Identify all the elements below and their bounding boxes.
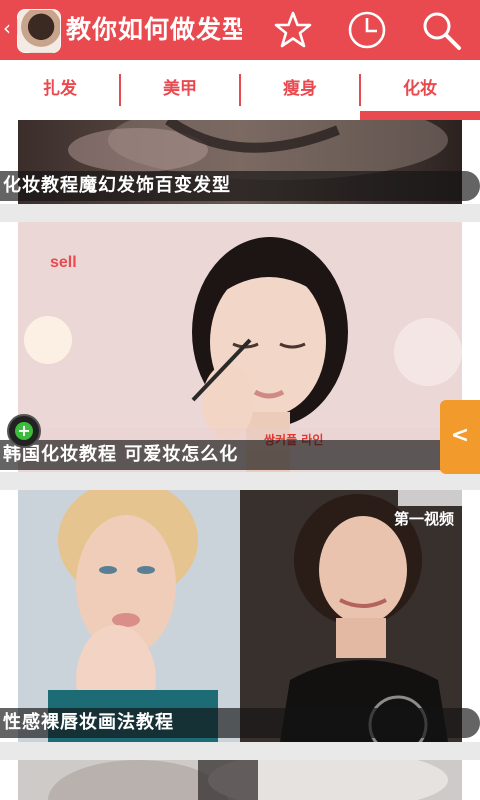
- video-brand-logo: 第一视频: [394, 510, 455, 528]
- add-floating-button[interactable]: +: [7, 414, 41, 448]
- clock-icon[interactable]: [346, 9, 388, 51]
- video-caption: 韩国化妆教程 可爱妆怎么化: [0, 440, 480, 470]
- plus-icon: +: [15, 422, 33, 440]
- tab-nails[interactable]: 美甲: [120, 60, 240, 120]
- app-header: ‹ 教你如何做发型: [0, 0, 480, 60]
- video-card[interactable]: [0, 760, 480, 800]
- star-icon[interactable]: [272, 9, 314, 51]
- video-caption: 性感裸唇妆画法教程: [0, 708, 480, 738]
- video-card[interactable]: sell 쌍커플 라인 韩国化妆教程 可爱妆怎么化: [0, 222, 480, 472]
- video-thumbnail[interactable]: sell 쌍커플 라인: [18, 222, 462, 472]
- search-icon[interactable]: [420, 9, 462, 51]
- video-thumbnail[interactable]: [18, 760, 462, 800]
- tab-slimming[interactable]: 瘦身: [240, 60, 360, 120]
- back-chevron-icon[interactable]: ‹: [3, 18, 11, 38]
- video-card[interactable]: 化妆教程魔幻发饰百变发型: [0, 120, 480, 204]
- video-card[interactable]: 第一视频 性感裸唇妆画法教程: [0, 490, 480, 742]
- app-title: 教你如何做发型: [66, 15, 242, 44]
- side-drawer-handle[interactable]: <: [440, 400, 480, 474]
- video-brand-logo: sell: [50, 254, 77, 271]
- hairstyle-avatar-icon[interactable]: [17, 9, 61, 53]
- tab-hair-tie[interactable]: 扎发: [0, 60, 120, 120]
- active-tab-indicator: [360, 111, 480, 120]
- video-thumbnail[interactable]: 第一视频: [18, 490, 462, 742]
- video-caption: 化妆教程魔幻发饰百变发型: [0, 171, 480, 201]
